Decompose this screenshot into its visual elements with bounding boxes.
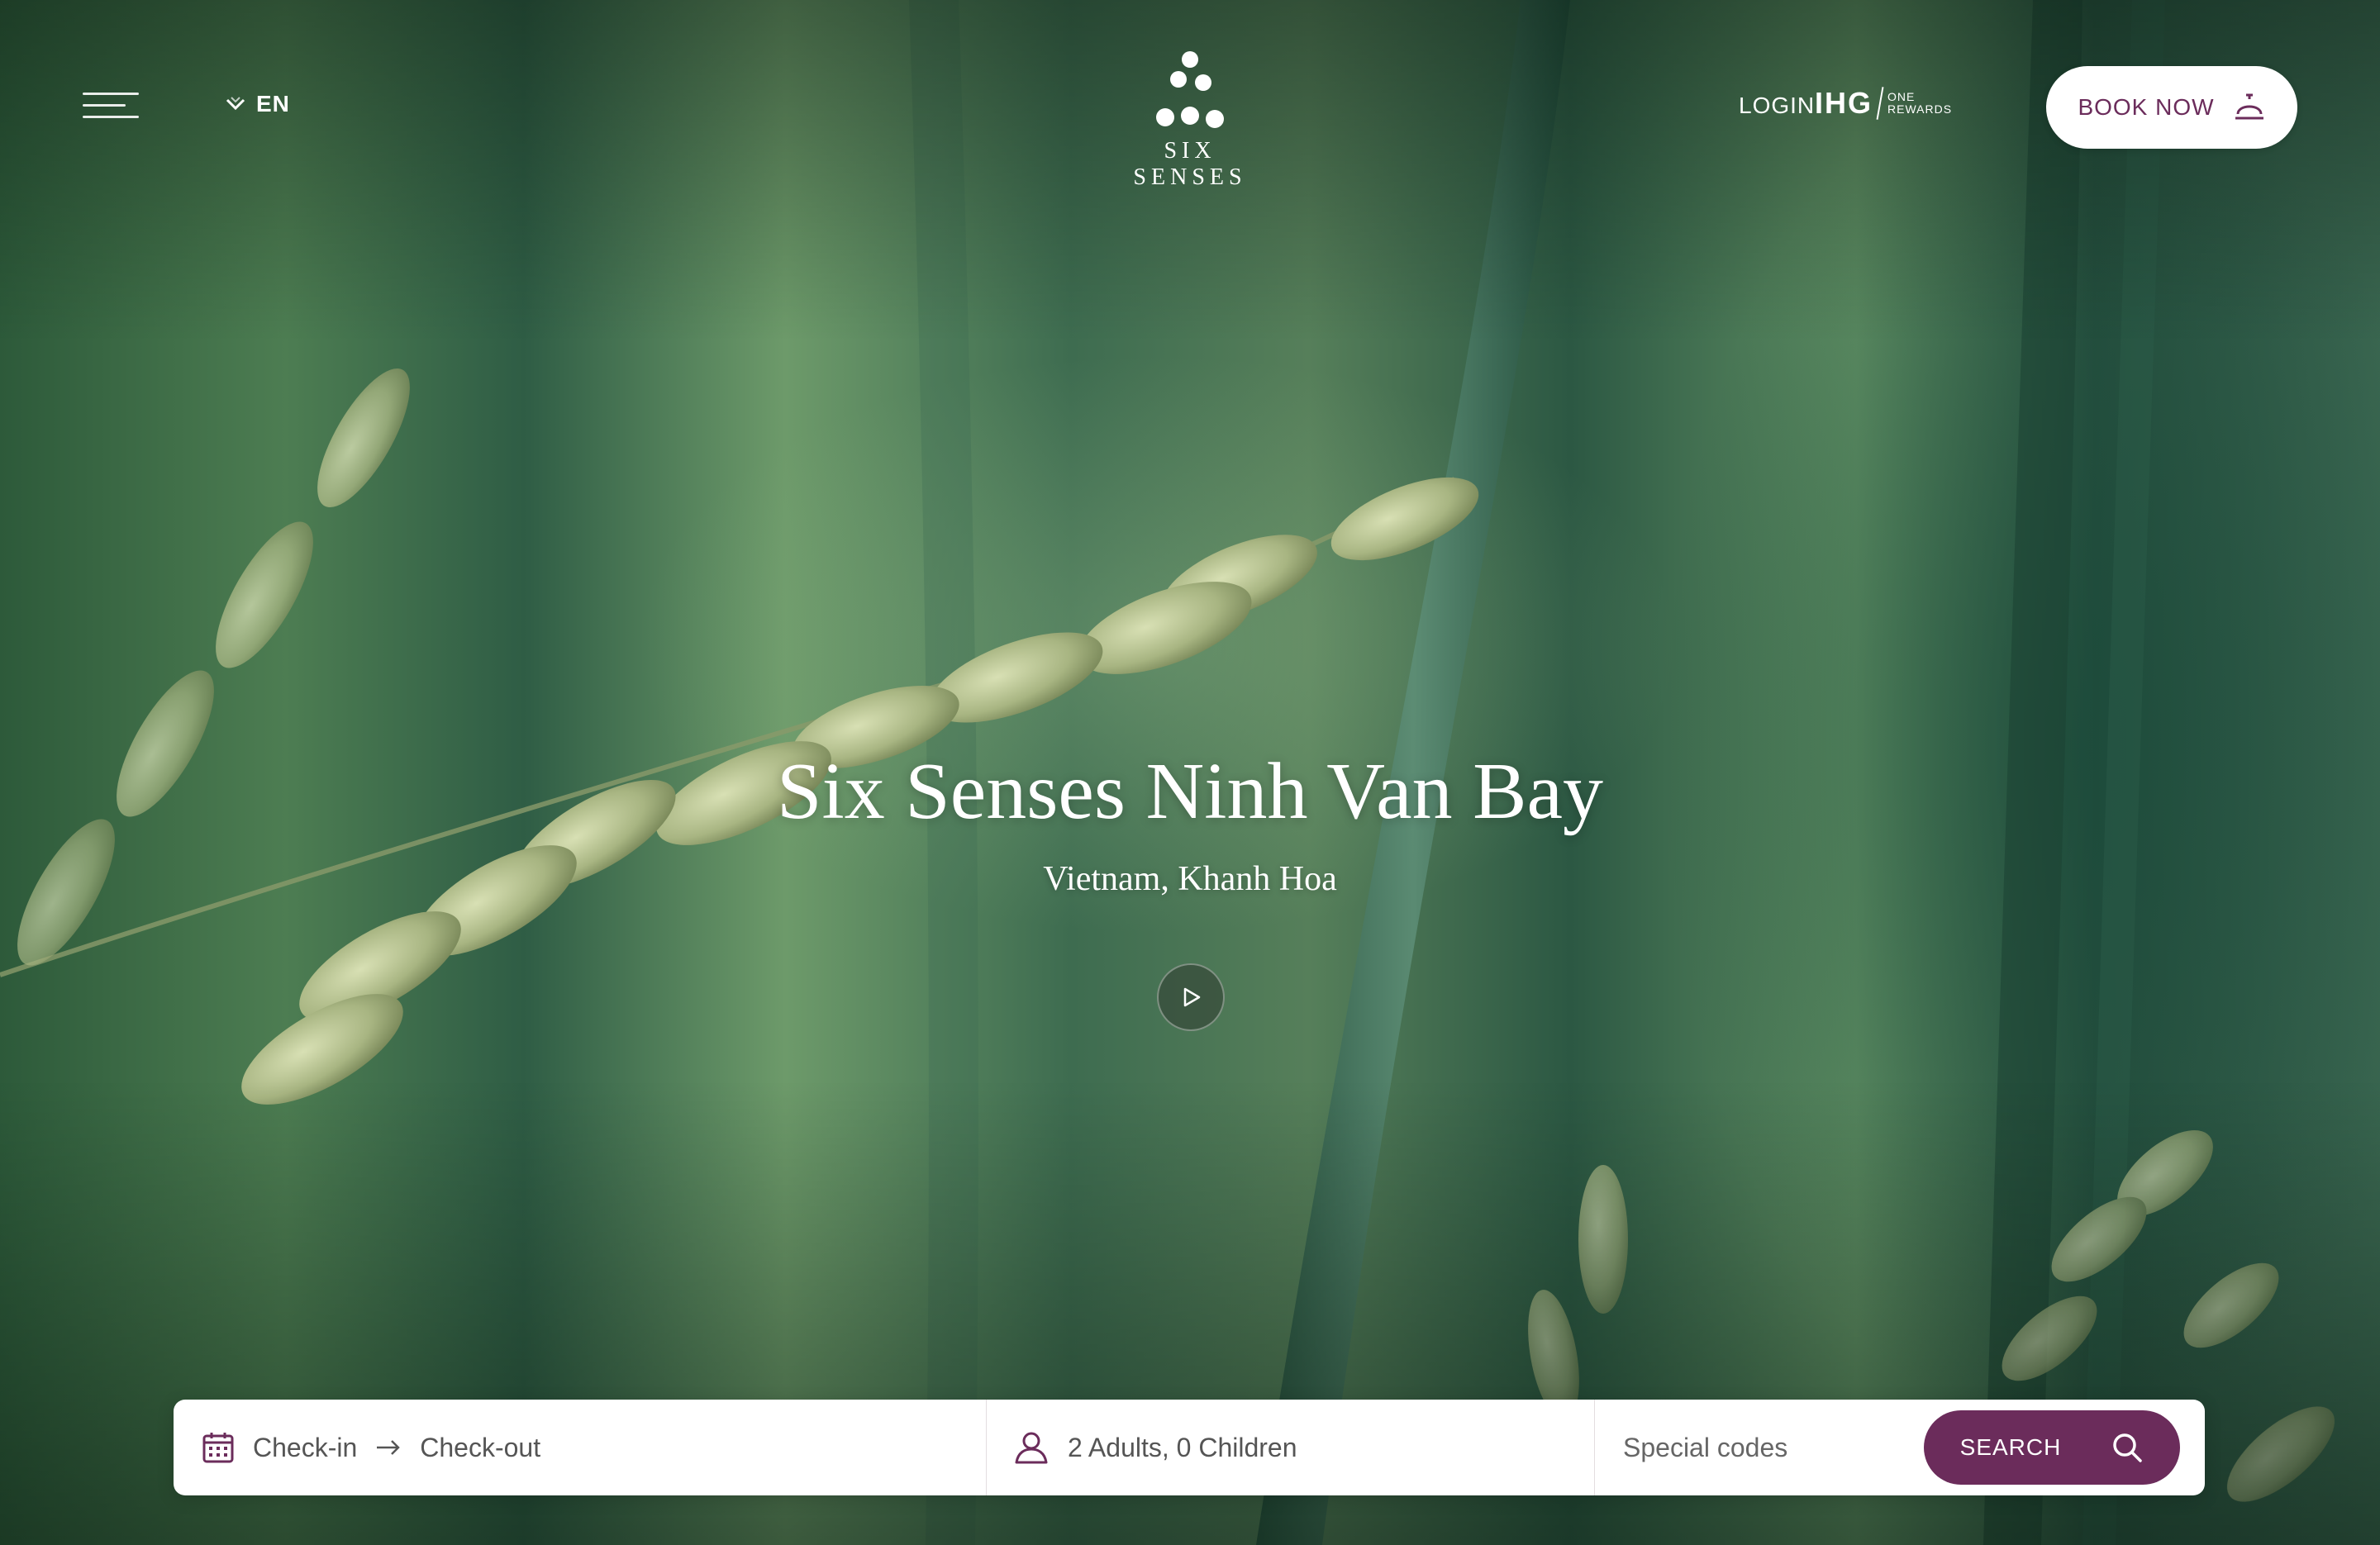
search-label: SEARCH bbox=[1959, 1434, 2062, 1460]
special-codes-section: SEARCH bbox=[1595, 1400, 2205, 1495]
ihg-sub-label: ONE REWARDS bbox=[1887, 91, 1952, 116]
booking-bar: Check-in Check-out 2 Adults, 0 Children … bbox=[174, 1400, 2205, 1495]
hero-title: Six Senses Ninh Van Bay bbox=[776, 747, 1603, 836]
service-bell-icon bbox=[2235, 93, 2263, 120]
chevron-down-icon bbox=[226, 97, 245, 111]
hero-subtitle: Vietnam, Khanh Hoa bbox=[1043, 860, 1337, 898]
guests-label: 2 Adults, 0 Children bbox=[1068, 1432, 1297, 1462]
hamburger-icon-line bbox=[83, 93, 139, 95]
book-now-label: BOOK NOW bbox=[2078, 94, 2215, 120]
play-icon bbox=[1183, 987, 1201, 1007]
date-range-picker[interactable]: Check-in Check-out bbox=[174, 1400, 987, 1495]
ihg-label: IHG bbox=[1815, 86, 1873, 120]
logo-dots-icon bbox=[1156, 51, 1224, 128]
user-icon bbox=[1015, 1432, 1048, 1464]
checkin-field[interactable]: Check-in bbox=[253, 1433, 357, 1463]
search-button[interactable]: SEARCH bbox=[1924, 1410, 2180, 1485]
calendar-icon bbox=[202, 1433, 234, 1463]
six-senses-logo[interactable]: SIX SENSES bbox=[1107, 46, 1273, 191]
hamburger-icon-line bbox=[83, 104, 126, 107]
hamburger-icon-line bbox=[83, 116, 139, 118]
ihg-sub-line2: REWARDS bbox=[1887, 102, 1953, 116]
play-video-button[interactable] bbox=[1157, 963, 1225, 1031]
brand-name: SIX SENSES bbox=[1133, 138, 1247, 190]
guests-selector[interactable]: 2 Adults, 0 Children bbox=[987, 1400, 1595, 1495]
ihg-sub-line1: ONE bbox=[1887, 90, 1916, 103]
language-selector[interactable]: EN bbox=[225, 91, 290, 117]
checkout-field[interactable]: Check-out bbox=[420, 1433, 540, 1463]
ihg-divider bbox=[1876, 87, 1884, 120]
arrow-right-icon bbox=[377, 1440, 401, 1455]
menu-button[interactable] bbox=[83, 89, 140, 122]
ihg-one-rewards-logo[interactable]: IHG ONE REWARDS bbox=[1815, 86, 1952, 121]
book-now-button[interactable]: BOOK NOW bbox=[2046, 66, 2297, 149]
login-link[interactable]: LOGIN bbox=[1739, 93, 1815, 119]
search-icon bbox=[2113, 1433, 2143, 1462]
language-label: EN bbox=[256, 91, 290, 116]
special-codes-input[interactable] bbox=[1621, 1431, 1922, 1464]
